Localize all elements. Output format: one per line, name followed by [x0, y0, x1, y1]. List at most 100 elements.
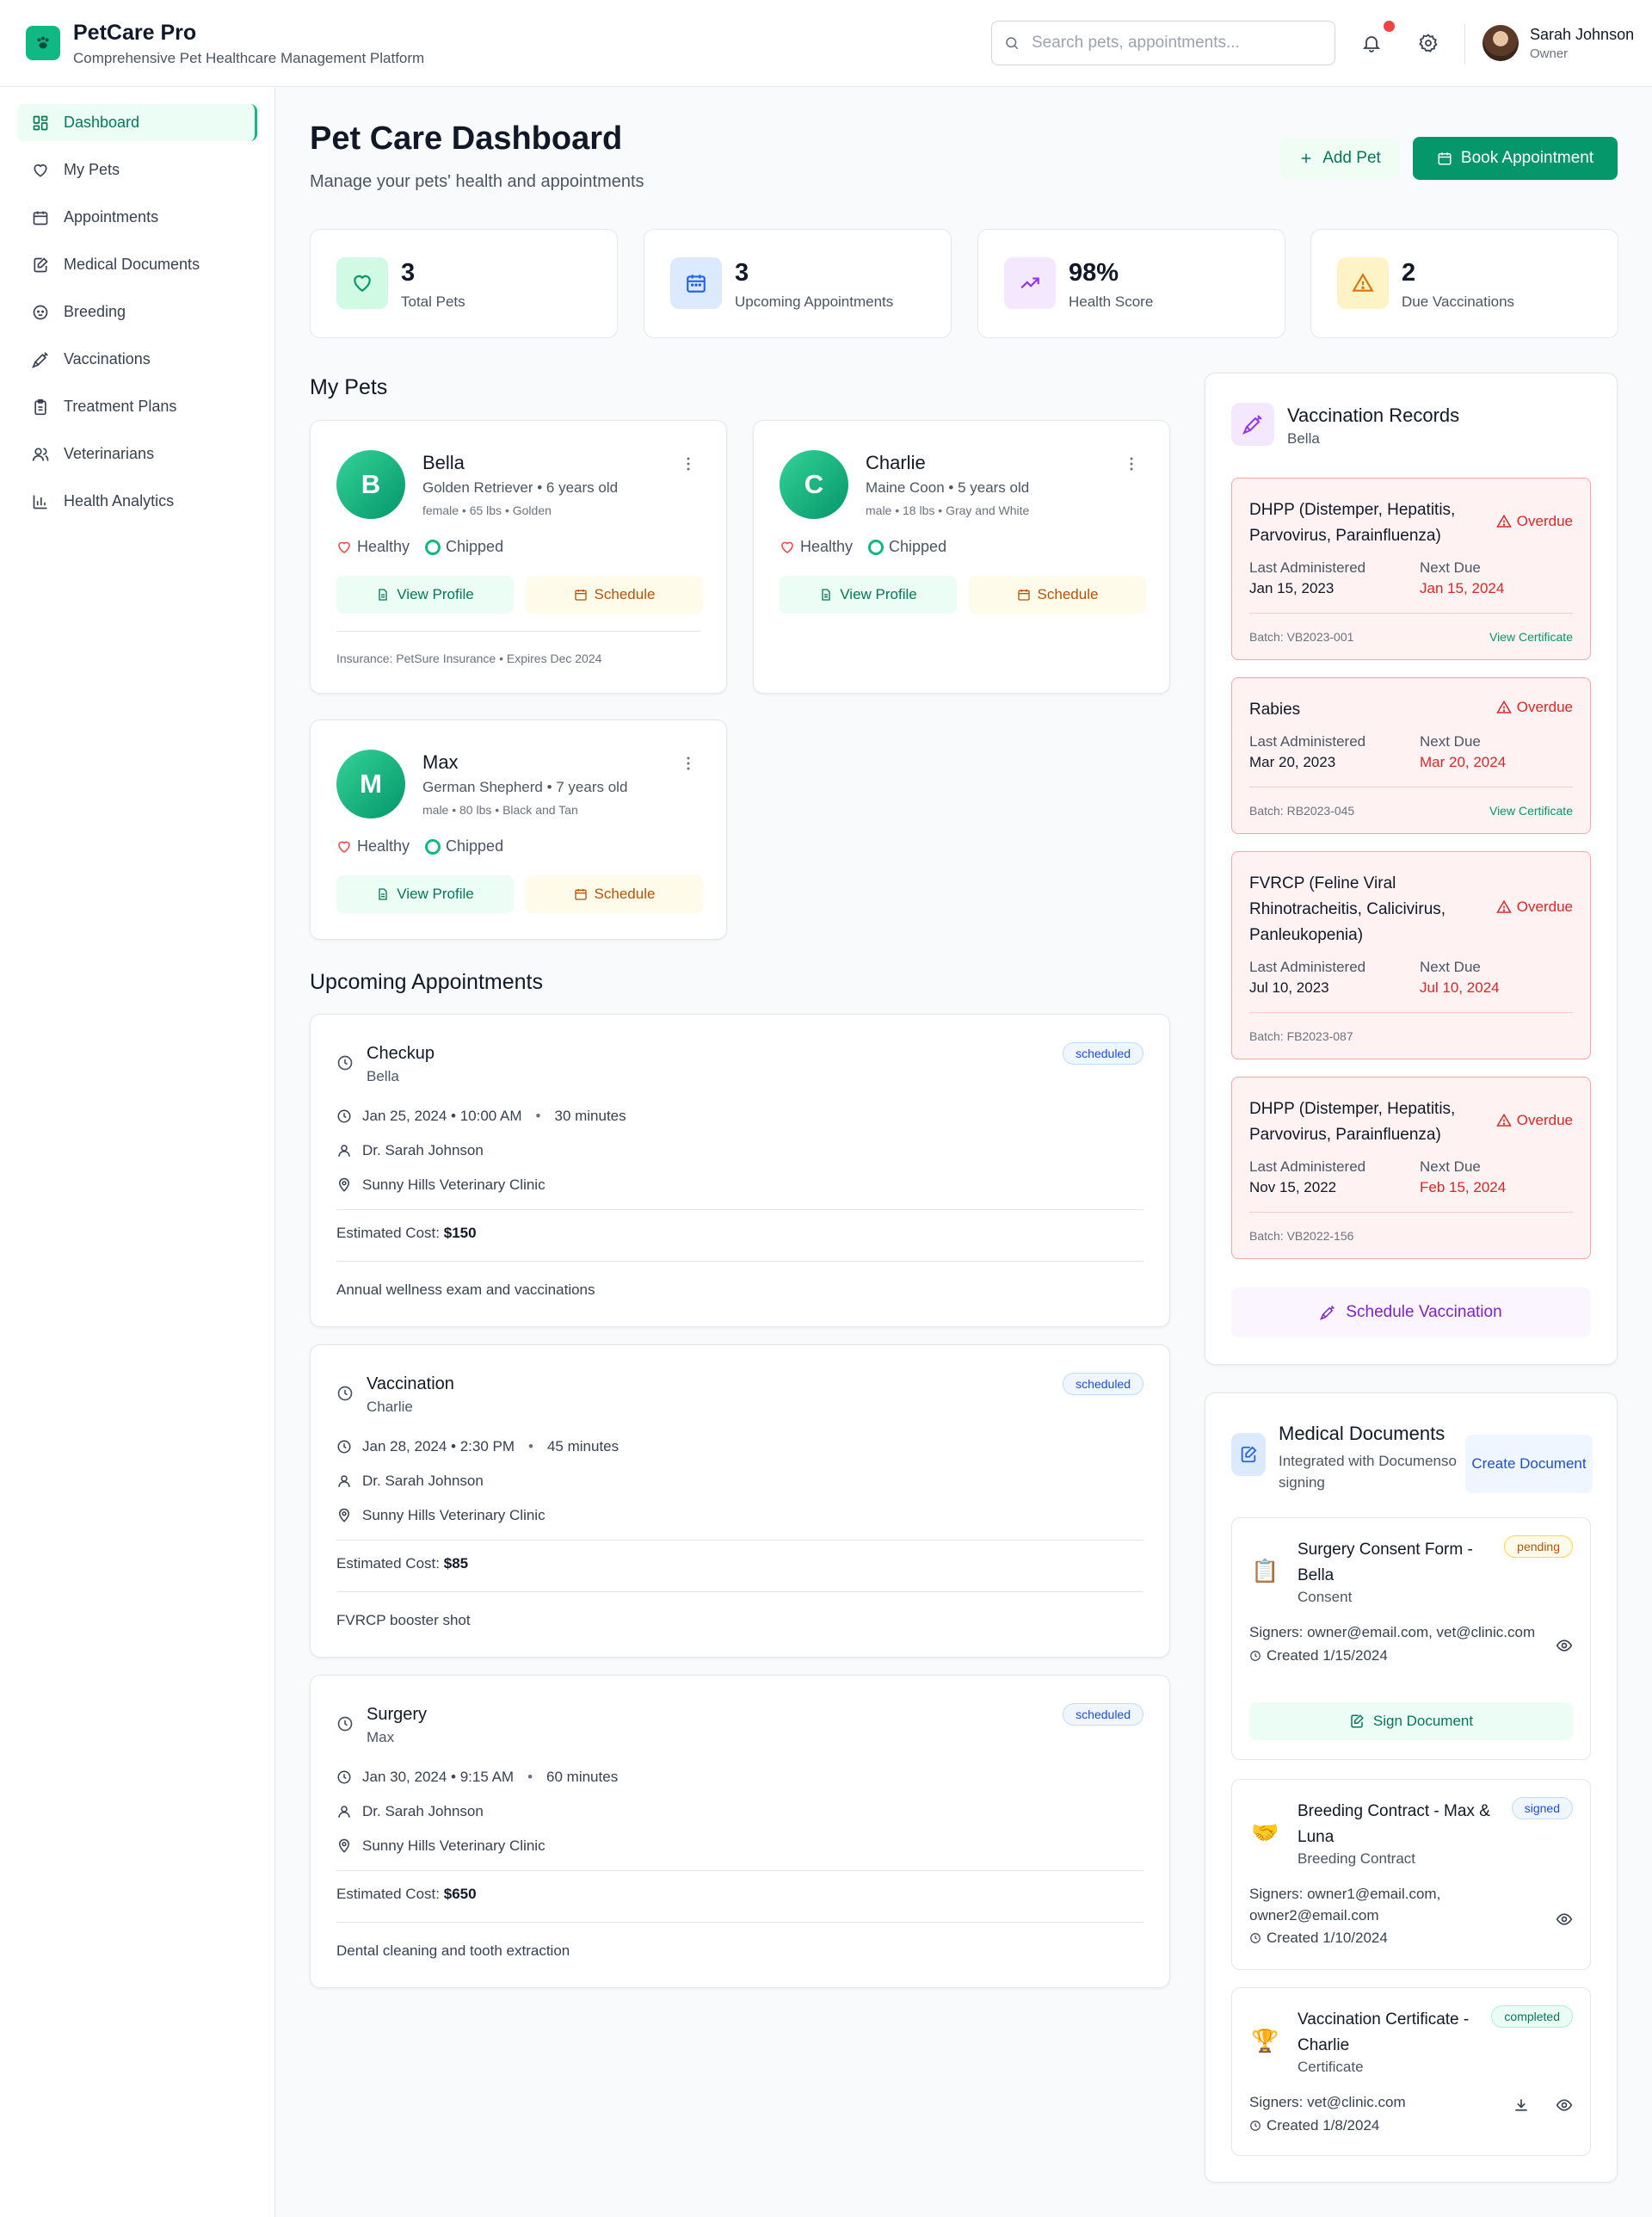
vaccination-records-panel: Vaccination Records Bella DHPP (Distempe… — [1205, 373, 1618, 1365]
clock-icon — [337, 1716, 353, 1732]
vet-name: Dr. Sarah Johnson — [362, 1142, 484, 1158]
view-document-button[interactable] — [1554, 1635, 1575, 1656]
sidebar-item-veterinarians[interactable]: Veterinarians — [17, 435, 257, 472]
clock-icon — [337, 1109, 351, 1123]
document-card[interactable]: 📋 Surgery Consent Form - Bella Consent p… — [1231, 1517, 1591, 1760]
notifications-button[interactable] — [1354, 26, 1389, 60]
download-document-button[interactable] — [1511, 2095, 1532, 2115]
calendar-icon — [574, 889, 587, 900]
view-certificate-link[interactable]: View Certificate — [1489, 804, 1573, 818]
vaccination-record[interactable]: Rabies Overdue Last Administered Mar 20,… — [1231, 677, 1591, 834]
duration-text: 30 minutes — [554, 1108, 626, 1124]
last-administered-label: Last Administered — [1249, 559, 1366, 576]
appointment-type: Vaccination — [367, 1374, 454, 1393]
status-badge: completed — [1491, 2005, 1573, 2028]
sidebar-item-health-analytics[interactable]: Health Analytics — [17, 483, 257, 520]
vaccination-record[interactable]: DHPP (Distemper, Hepatitis, Parvovirus, … — [1231, 478, 1591, 660]
user-name[interactable]: Sarah Johnson — [1530, 26, 1634, 44]
document-title: Vaccination Certificate - Charlie — [1298, 2010, 1470, 2054]
health-label: Healthy — [357, 538, 410, 555]
status-badge: signed — [1511, 1797, 1573, 1819]
appointment-card[interactable]: Surgery Max scheduled Jan 30, 2024 • 9:1… — [310, 1675, 1170, 1988]
sidebar-item-dashboard[interactable]: Dashboard — [17, 104, 257, 141]
next-due-label: Next Due — [1420, 959, 1481, 975]
cost-label: Estimated Cost: — [336, 1225, 440, 1241]
document-card[interactable]: 🏆 Vaccination Certificate - Charlie Cert… — [1231, 1987, 1591, 2156]
syringe-icon — [31, 350, 50, 369]
pet-card-bella: B Bella Golden Retriever • 6 years old f… — [310, 420, 727, 694]
appointment-vet: Dr. Sarah Johnson — [336, 1142, 484, 1159]
stat-card-upcoming-appointments: 3 Upcoming Appointments — [644, 229, 952, 338]
sidebar-item-label: Health Analytics — [64, 492, 175, 509]
appointment-clinic: Sunny Hills Veterinary Clinic — [336, 1507, 546, 1524]
sidebar-item-label: Appointments — [64, 208, 159, 225]
view-profile-button[interactable]: View Profile — [336, 576, 514, 614]
stat-value: 3 — [401, 259, 416, 287]
appointment-datetime: Jan 25, 2024 • 10:00 AM • 30 minutes — [336, 1108, 626, 1125]
more-options-button[interactable] — [680, 455, 697, 472]
sidebar-item-label: Medical Documents — [64, 256, 200, 273]
syringe-icon — [1231, 403, 1274, 446]
search-input[interactable] — [1032, 34, 1316, 52]
chip-status: Chipped — [868, 538, 946, 556]
vet-name: Dr. Sarah Johnson — [362, 1473, 484, 1489]
sidebar-item-label: Dashboard — [64, 114, 140, 131]
eye-icon — [1556, 1913, 1573, 1925]
vaccination-record[interactable]: FVRCP (Feline Viral Rhinotracheitis, Cal… — [1231, 851, 1591, 1059]
more-vertical-icon — [687, 756, 690, 770]
pet-avatar: C — [780, 450, 848, 519]
cost-value: $650 — [443, 1886, 477, 1902]
more-options-button[interactable] — [1123, 455, 1140, 472]
page-title: Pet Care Dashboard — [310, 120, 623, 157]
map-pin-icon — [338, 1508, 350, 1522]
appointment-card[interactable]: Checkup Bella scheduled Jan 25, 2024 • 1… — [310, 1014, 1170, 1327]
warning-icon — [1337, 257, 1389, 309]
sidebar-item-vaccinations[interactable]: Vaccinations — [17, 341, 257, 378]
schedule-vaccination-button[interactable]: Schedule Vaccination — [1231, 1288, 1591, 1337]
sidebar-item-breeding[interactable]: Breeding — [17, 293, 257, 330]
view-document-button[interactable] — [1554, 2095, 1575, 2115]
search-box[interactable] — [991, 21, 1335, 65]
view-profile-button[interactable]: View Profile — [336, 875, 514, 913]
divider — [336, 1261, 1143, 1262]
add-pet-button[interactable]: Add Pet — [1280, 138, 1399, 179]
sidebar-item-medical-documents[interactable]: Medical Documents — [17, 246, 257, 283]
estimated-cost: Estimated Cost: $85 — [336, 1555, 468, 1572]
more-options-button[interactable] — [680, 755, 697, 772]
book-appointment-button[interactable]: Book Appointment — [1413, 137, 1618, 180]
file-icon — [379, 888, 387, 900]
clinic-name: Sunny Hills Veterinary Clinic — [362, 1507, 546, 1523]
header-divider — [1464, 24, 1465, 64]
clock-icon — [337, 1440, 351, 1454]
view-certificate-link[interactable]: View Certificate — [1489, 630, 1573, 644]
created-text: Created 1/8/2024 — [1267, 2117, 1380, 2134]
divider — [336, 1591, 1143, 1592]
pet-avatar: B — [336, 450, 405, 519]
sidebar-item-appointments[interactable]: Appointments — [17, 199, 257, 236]
pet-meta: female • 65 lbs • Golden — [422, 503, 552, 517]
user-avatar[interactable] — [1482, 25, 1519, 61]
sidebar-item-label: My Pets — [64, 161, 120, 178]
view-profile-button[interactable]: View Profile — [780, 576, 957, 614]
appointment-card[interactable]: Vaccination Charlie scheduled Jan 28, 20… — [310, 1344, 1170, 1658]
page-subtitle: Manage your pets' health and appointment… — [310, 172, 644, 191]
next-due-date: Jul 10, 2024 — [1420, 979, 1500, 996]
schedule-button[interactable]: Schedule — [526, 875, 703, 913]
appointment-vet: Dr. Sarah Johnson — [336, 1473, 484, 1490]
sidebar-item-treatment-plans[interactable]: Treatment Plans — [17, 388, 257, 425]
schedule-button[interactable]: Schedule — [969, 576, 1146, 614]
divider — [336, 1209, 1143, 1210]
heart-icon — [338, 541, 350, 553]
settings-button[interactable] — [1411, 26, 1446, 60]
document-signers: Signers: vet@clinic.com — [1249, 2094, 1406, 2110]
create-document-button[interactable]: Create Document — [1465, 1435, 1593, 1493]
sidebar-item-my-pets[interactable]: My Pets — [17, 151, 257, 188]
vaccination-record[interactable]: DHPP (Distemper, Hepatitis, Parvovirus, … — [1231, 1077, 1591, 1259]
user-icon — [338, 1806, 350, 1818]
schedule-button[interactable]: Schedule — [526, 576, 703, 614]
document-card[interactable]: 🤝 Breeding Contract - Max & Luna Breedin… — [1231, 1779, 1591, 1970]
sign-document-button[interactable]: Sign Document — [1249, 1702, 1573, 1740]
view-profile-label: View Profile — [840, 586, 917, 602]
users-icon — [31, 445, 50, 464]
view-document-button[interactable] — [1554, 1909, 1575, 1930]
